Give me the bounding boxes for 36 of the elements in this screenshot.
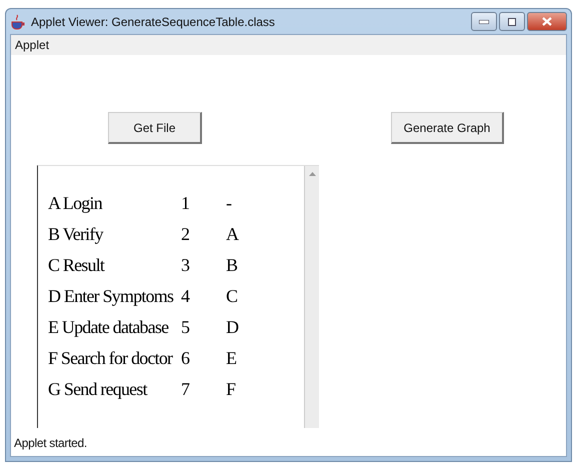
- table-cell-text: G Send request: [48, 379, 148, 400]
- minimize-button[interactable]: [471, 12, 497, 31]
- table-cell-text: C Result: [48, 255, 106, 276]
- maximize-button[interactable]: [499, 12, 525, 31]
- cup-icon: [10, 14, 26, 30]
- maximize-icon: [508, 18, 516, 26]
- close-button[interactable]: [527, 12, 567, 31]
- table-cell: D: [226, 317, 238, 338]
- table-cell-text: 3: [181, 255, 190, 276]
- table-cell-text: D Enter Symptoms: [48, 286, 174, 307]
- table-cell-text: 5: [181, 317, 190, 338]
- scroll-up-icon: [308, 172, 316, 176]
- table-cell-text: E Update database: [48, 317, 170, 338]
- table-cell: F: [226, 379, 236, 400]
- table-cell-text: A Login: [48, 193, 104, 214]
- table-cell-text: 6: [181, 348, 190, 369]
- table-cell-text: F Search for doctor: [48, 348, 174, 369]
- menu-item[interactable]: Applet: [15, 38, 50, 52]
- table-cell-text: B Verify: [48, 224, 104, 245]
- table-cell: A: [226, 224, 238, 245]
- table-cell: E: [226, 348, 236, 369]
- text-area[interactable]: A Login 1 - B Verify 2 A C Result 3 B D Enter Symptoms 4 C E Update database 5 D F Search for doctor 6 E G Send request 7 F: [37, 165, 319, 428]
- table-cell-text: 1: [181, 193, 190, 214]
- minimize-icon: [479, 20, 489, 24]
- close-icon: [542, 17, 552, 26]
- table-cell-text: 4: [181, 286, 191, 307]
- table-cell: -: [226, 193, 232, 214]
- table-cell-text: 7: [181, 379, 190, 400]
- table-cell: B: [226, 255, 238, 276]
- status-text: Applet started.: [14, 436, 88, 450]
- table-cell: C: [226, 286, 238, 307]
- scrollbar[interactable]: [304, 166, 319, 428]
- generate-graph-button[interactable]: Generate Graph: [391, 112, 504, 144]
- window-title: Applet Viewer: GenerateSequenceTable.class: [31, 14, 275, 28]
- table-cell-text: 2: [181, 224, 190, 245]
- get-file-button[interactable]: Get File: [108, 112, 202, 144]
